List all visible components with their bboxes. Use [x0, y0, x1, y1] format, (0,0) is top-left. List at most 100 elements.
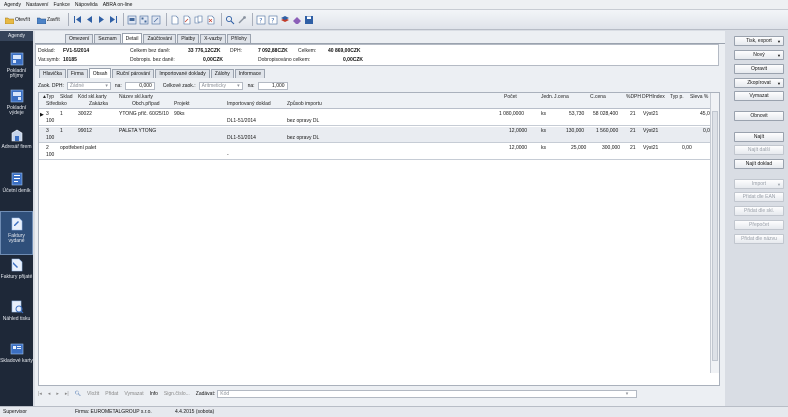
celk-zaok-select[interactable]: Aritmeticky ▾ — [198, 81, 243, 90]
edit-button[interactable]: Opravit — [734, 64, 784, 74]
nav-first-icon[interactable]: |◂ — [38, 391, 42, 397]
col-pocet[interactable]: Počet — [504, 94, 517, 100]
find-button[interactable]: Najít — [734, 132, 784, 142]
insert-button[interactable]: Vložit — [87, 391, 99, 397]
col-nazev-skl-karty[interactable]: Název skl.karty — [119, 94, 153, 100]
col-zakazka[interactable]: Zakázka — [89, 101, 108, 107]
col-ccena[interactable]: C.cena — [590, 94, 606, 100]
col-jcena[interactable]: J.cena — [554, 94, 569, 100]
grid-vertical-scrollbar[interactable] — [710, 93, 719, 373]
delete-record-button[interactable]: Vymazat — [734, 91, 784, 101]
sidebar-item-faktury-prijate[interactable]: Faktury přijaté — [0, 253, 33, 297]
zadavat-select[interactable]: Kód ▾ — [217, 389, 638, 398]
prev-record-icon[interactable] — [84, 14, 95, 26]
subtab-obsah[interactable]: Obsah — [88, 68, 112, 78]
col-jedn[interactable]: Jedn. — [541, 94, 553, 100]
next-record-icon[interactable] — [96, 14, 107, 26]
table-row[interactable]: ▶ 3 1 30022 YTONG příč. 60/25/10 90ks 1 … — [39, 110, 713, 126]
col-stredisko[interactable]: Středisko — [46, 101, 67, 107]
na1-input[interactable]: 0,000 — [124, 81, 155, 90]
add-by-name-button[interactable]: Přidat dle názvu — [734, 234, 784, 244]
add-button[interactable]: Přidat — [105, 391, 118, 397]
col-sklad[interactable]: Sklad — [60, 94, 73, 100]
copy-document-icon[interactable] — [194, 14, 205, 26]
menu-nastaveni[interactable]: Nastavení — [26, 2, 49, 8]
first-record-icon[interactable] — [72, 14, 83, 26]
col-typ[interactable]: Typ — [46, 94, 54, 100]
import-button[interactable]: Import ▼ — [734, 179, 784, 189]
copy-button[interactable]: Zkopírovat ▼ — [734, 78, 784, 88]
subtab-hlavicka[interactable]: Hlavička — [39, 69, 66, 78]
subtab-informace[interactable]: Informace — [234, 69, 266, 78]
search-icon[interactable] — [225, 14, 236, 26]
tab-zauctovani[interactable]: Zaúčtování — [143, 34, 177, 43]
menu-agendy[interactable]: Agendy — [4, 2, 21, 8]
tab-prilohy[interactable]: Přílohy — [227, 34, 251, 43]
help-icon[interactable]: ? — [256, 14, 267, 26]
col-zpusob-importu[interactable]: Způsob importu — [287, 101, 322, 107]
subtab-zalohy[interactable]: Zálohy — [210, 69, 234, 78]
subtab-firma[interactable]: Firma — [66, 69, 88, 78]
subtab-importovane-doklady[interactable]: Importované doklady — [155, 69, 210, 78]
info-button[interactable]: Info — [150, 391, 158, 397]
recalculate-button[interactable]: Přepočet — [734, 220, 784, 230]
context-help-icon[interactable]: ? — [268, 14, 279, 26]
sidebar-item-faktury-vydane[interactable]: Faktury vydané — [0, 211, 33, 255]
find-document-button[interactable]: Najít doklad — [734, 159, 784, 169]
save-icon[interactable] — [304, 14, 315, 26]
sidebar-item-pokladni-vydeje[interactable]: Pokladní výdeje — [0, 84, 33, 128]
nav-last-icon[interactable]: ▸| — [65, 391, 69, 397]
print-export-button[interactable]: Tisk, export ▼ — [734, 36, 784, 46]
scrollbar-thumb[interactable] — [712, 111, 718, 361]
new-button[interactable]: Nový ▼ — [734, 50, 784, 60]
eraser-icon[interactable] — [292, 14, 303, 26]
serial-number-button[interactable]: Sign.číslo... — [164, 391, 190, 397]
na2-input[interactable]: 1,000 — [257, 81, 288, 90]
sidebar-item-skladove-karty[interactable]: Skladové karty — [0, 337, 33, 381]
col-typp[interactable]: Typ p. — [670, 94, 684, 100]
sidebar-item-adresar-firem[interactable]: Adresář firem — [0, 123, 33, 167]
add-by-ean-button[interactable]: Přidat dle EAN — [734, 192, 784, 202]
table-row[interactable]: 2 opotřebení palet 12,0000 ks 25,000 300… — [39, 144, 711, 160]
tab-seznam[interactable]: Seznam — [94, 34, 121, 43]
menu-funkce[interactable]: Funkce — [53, 2, 69, 8]
edit-document-icon[interactable] — [182, 14, 193, 26]
col-importovany-doklad[interactable]: Importovaný doklad — [227, 101, 271, 107]
open-button[interactable]: Otevřít — [3, 13, 32, 27]
nav-prev-icon[interactable]: ◂ — [48, 391, 51, 397]
delete-button[interactable]: Vymazat — [124, 391, 143, 397]
folder-open-icon — [5, 15, 14, 24]
find-next-button[interactable]: Najít další — [734, 145, 784, 155]
col-obch-pripad[interactable]: Obch.případ — [132, 101, 160, 107]
last-record-icon[interactable] — [108, 14, 119, 26]
tab-platby[interactable]: Platby — [177, 34, 200, 43]
col-dphindex[interactable]: DPHIndex — [642, 94, 665, 100]
nav-next-icon[interactable]: ▸ — [56, 391, 59, 397]
delete-document-icon[interactable] — [206, 14, 217, 26]
col-kod-skl-karty[interactable]: Kód skl.karty — [78, 94, 107, 100]
nav-search-icon[interactable]: 🔍︎ — [75, 391, 81, 397]
close-button[interactable]: Zavřít — [35, 13, 62, 27]
tab-x-vazby[interactable]: X-vazby — [200, 34, 227, 43]
table-row[interactable]: 3 1 99012 PALETA YTONG 12,0000 ks 130,00… — [39, 127, 713, 143]
col-projekt[interactable]: Projekt — [174, 101, 190, 107]
report-icon[interactable] — [139, 14, 150, 26]
menu-napoveda[interactable]: Nápověda — [75, 2, 98, 8]
print-icon[interactable] — [127, 14, 138, 26]
toolbar-separator — [165, 13, 167, 26]
col-dph[interactable]: %DPH — [626, 94, 641, 100]
layers-icon[interactable] — [280, 14, 291, 26]
zaok-dph-select[interactable]: Žádné ▾ — [66, 81, 111, 90]
export-icon[interactable] — [151, 14, 162, 26]
menu-abra-online[interactable]: ABRA on-line — [103, 2, 133, 8]
col-sleva[interactable]: Sleva % — [690, 94, 708, 100]
tab-detail[interactable]: Detail — [121, 33, 143, 43]
refresh-button[interactable]: Obnovit — [734, 111, 784, 121]
new-document-icon[interactable] — [170, 14, 181, 26]
sidebar-item-nahled-tisku[interactable]: Náhled tisku — [0, 295, 33, 339]
sidebar-item-ucetni-denik[interactable]: Účetní deník — [0, 167, 33, 211]
tab-omezeni[interactable]: Omezení — [65, 34, 94, 43]
tools-icon[interactable] — [237, 14, 248, 26]
subtab-rucni-parovani[interactable]: Ruční párování — [112, 69, 155, 78]
add-by-stock-button[interactable]: Přidat dle skl. — [734, 206, 784, 216]
